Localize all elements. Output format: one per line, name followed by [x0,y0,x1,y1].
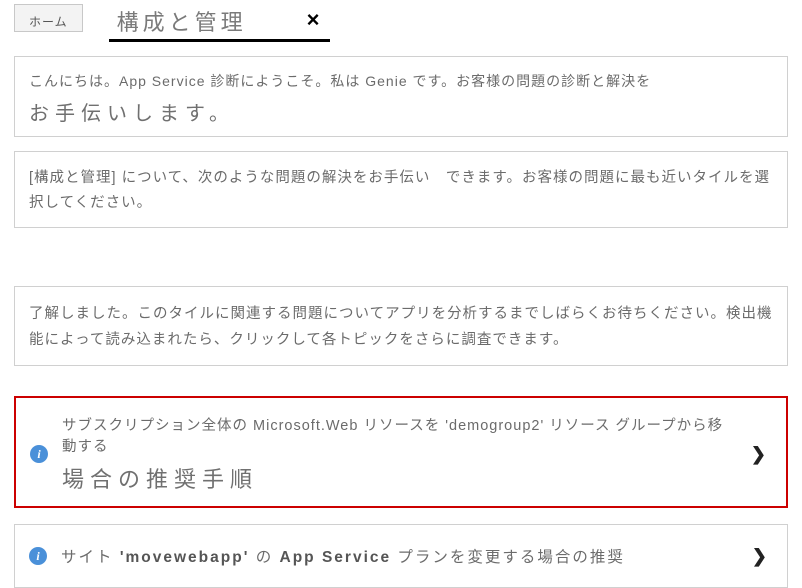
info-icon: i [30,445,48,463]
result-body: サブスクリプション全体の Microsoft.Web リソースを 'demogr… [62,414,737,494]
tab-home[interactable]: ホーム [14,4,83,32]
result-card-1[interactable]: i サブスクリプション全体の Microsoft.Web リソースを 'demo… [14,396,788,508]
result-2-suffix: プランを変更する場合の推奨 [391,549,625,566]
chevron-right-icon: ❯ [751,444,766,465]
tab-active[interactable]: 構成と管理 × [109,2,330,42]
instruction-card: [構成と管理] について、次のような問題の解決をお手伝い できます。お客様の問題… [14,151,788,228]
result-2-sitename: 'movewebapp' [120,549,250,566]
result-body: サイト 'movewebapp' の App Service プランを変更する場… [61,545,738,567]
result-2-mid: の [249,549,279,566]
instruction-text: [構成と管理] について、次のような問題の解決をお手伝い できます。お客様の問題… [29,166,773,215]
tab-bar: ホーム 構成と管理 × [0,0,802,42]
spacer [0,228,802,272]
result-2-title: サイト 'movewebapp' の App Service プランを変更する場… [61,545,738,567]
analysis-card: 了解しました。このタイルに関連する問題についてアプリを分析するまでしばらくお待ち… [14,286,788,366]
result-card-2[interactable]: i サイト 'movewebapp' の App Service プランを変更す… [14,524,788,588]
greeting-line2: お手伝いします。 [29,97,773,126]
result-2-service: App Service [280,549,392,566]
chevron-right-icon: ❯ [752,546,767,567]
greeting-line1: こんにちは。App Service 診断にようこそ。私は Genie です。お客… [29,71,773,91]
close-icon[interactable]: × [307,7,320,35]
info-icon: i [29,547,47,565]
tab-active-label: 構成と管理 [117,5,247,37]
result-2-prefix: サイト [61,549,120,566]
result-1-subtitle: 場合の推奨手順 [62,462,737,494]
greeting-card: こんにちは。App Service 診断にようこそ。私は Genie です。お客… [14,56,788,137]
result-1-title: サブスクリプション全体の Microsoft.Web リソースを 'demogr… [62,414,737,456]
analysis-text: 了解しました。このタイルに関連する問題についてアプリを分析するまでしばらくお待ち… [29,301,773,353]
